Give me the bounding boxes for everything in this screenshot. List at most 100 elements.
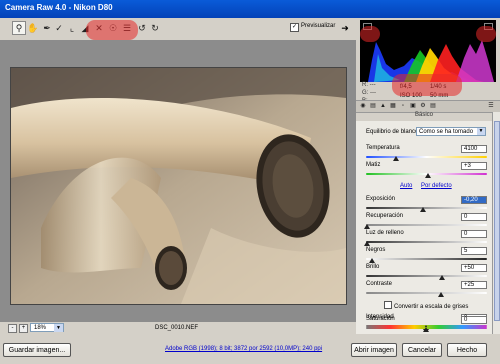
right-panel: R: --- G: --- B: --- f/4,5 1/40 s ISO 10… — [356, 18, 500, 334]
chevron-down-icon: ▼ — [477, 128, 485, 135]
luz-relleno-slider[interactable] — [366, 241, 487, 243]
brillo-field[interactable]: +50 — [461, 264, 487, 272]
matiz-field[interactable]: +3 — [461, 162, 487, 170]
recuperacion-slider-thumb[interactable] — [364, 224, 370, 229]
cancel-button[interactable]: Cancelar — [402, 343, 442, 357]
temperatura-slider[interactable] — [366, 156, 487, 158]
tab-detail-icon[interactable]: ▲ — [379, 102, 387, 110]
grayscale-checkbox[interactable]: Convertir a escala de grises — [384, 301, 468, 310]
tab-split-toning-icon[interactable]: ▫ — [399, 102, 407, 110]
histogram-graph — [368, 40, 494, 82]
white-balance-value: Como se ha tomado — [419, 129, 474, 135]
contraste-label: Contraste — [366, 281, 393, 287]
eyedropper-icon[interactable]: ✒ — [41, 22, 53, 34]
luz-relleno-slider-thumb[interactable] — [364, 241, 370, 246]
focal-length-value: 50 mm — [430, 93, 449, 99]
brillo-label: Brillo — [366, 264, 380, 270]
aperture-value: f/4,5 — [400, 84, 412, 90]
preferences-icon[interactable]: ☰ — [121, 22, 133, 34]
done-button[interactable]: Hecho — [447, 343, 487, 357]
checkbox-box — [384, 301, 392, 309]
zoom-icon[interactable]: ⚲ — [12, 21, 26, 35]
scrollbar-thumb[interactable] — [494, 121, 500, 321]
temperatura-field[interactable]: 4100 — [461, 145, 487, 153]
negros-field[interactable]: 5 — [461, 247, 487, 255]
tab-curve-icon[interactable]: ▤ — [369, 102, 377, 110]
contraste-slider-thumb[interactable] — [438, 292, 444, 297]
red-eye-icon[interactable]: ☉ — [107, 22, 119, 34]
recuperacion-label: Recuperación — [366, 213, 404, 219]
readout-area: R: --- G: --- B: --- f/4,5 1/40 s ISO 10… — [356, 82, 500, 104]
photo-image — [11, 68, 346, 304]
grayscale-label: Convertir a escala de grises — [394, 304, 469, 310]
g-readout: G: --- — [362, 90, 377, 96]
luz-relleno-field[interactable]: 0 — [461, 230, 487, 238]
intensidad-field[interactable]: 0 — [461, 314, 487, 322]
negros-slider-thumb[interactable] — [369, 258, 375, 263]
white-balance-label: Equilibrio de blancos: — [366, 129, 424, 135]
temperatura-slider-thumb[interactable] — [393, 156, 399, 161]
recuperacion-field[interactable]: 0 — [461, 213, 487, 221]
title-bar: Camera Raw 4.0 - Nikon D80 — [0, 0, 500, 18]
auto-link[interactable]: Auto — [400, 183, 412, 189]
preview-check-icon: ✓ — [290, 23, 299, 32]
exposicion-slider-thumb[interactable] — [420, 207, 426, 212]
straighten-icon[interactable]: ◢ — [79, 22, 91, 34]
panel-menu-icon[interactable]: ☰ — [487, 102, 495, 110]
highlight-clip-icon[interactable] — [484, 23, 493, 30]
image-viewer — [0, 40, 356, 322]
zoom-value: 18% — [34, 325, 47, 331]
r-readout: R: --- — [362, 82, 376, 88]
contraste-field[interactable]: +25 — [461, 281, 487, 289]
iso-value: ISO 100 — [400, 93, 423, 99]
photo-preview — [10, 67, 347, 305]
save-image-button[interactable]: Guardar imagen... — [3, 343, 71, 357]
exposicion-slider[interactable] — [366, 207, 487, 209]
intensidad-label: Intensidad — [366, 314, 394, 320]
histogram — [360, 20, 496, 82]
fullscreen-icon[interactable]: ➜ — [339, 22, 351, 34]
matiz-slider-thumb[interactable] — [425, 173, 431, 178]
toolbar: ⚲ ✋ ✒ ✓ ⌞ ◢ ✕ ☉ ☰ ↺ ↻ ✓ Previsualizar ➜ — [0, 18, 356, 41]
zoom-select[interactable]: 18% ▼ — [30, 323, 64, 332]
tab-lens-icon[interactable]: ▣ — [409, 102, 417, 110]
tab-basic-icon[interactable]: ◉ — [359, 102, 367, 110]
exposicion-field[interactable]: -0,20 — [461, 196, 487, 204]
temperatura-label: Temperatura — [366, 145, 400, 151]
panel-scrollbar[interactable] — [492, 112, 500, 334]
zoom-status-row: - + 18% ▼ DSC_0010.NEF — [0, 322, 356, 334]
tab-camera-calibration-icon[interactable]: ⚙ — [419, 102, 427, 110]
luz-relleno-label: Luz de relleno — [366, 230, 404, 236]
exposicion-label: Exposición — [366, 196, 396, 202]
open-image-button[interactable]: Abrir imagen — [351, 343, 397, 357]
retouch-icon[interactable]: ✕ — [93, 22, 105, 34]
contraste-slider[interactable] — [366, 292, 487, 294]
intensidad-slider-thumb[interactable] — [423, 325, 429, 330]
white-balance-select[interactable]: Como se ha tomado ▼ — [416, 127, 486, 136]
negros-slider[interactable] — [366, 258, 487, 260]
brillo-slider[interactable] — [366, 275, 487, 277]
chevron-down-icon: ▼ — [54, 324, 63, 332]
negros-label: Negros — [366, 247, 386, 253]
color-sampler-icon[interactable]: ✓ — [53, 22, 65, 34]
preview-label: Previsualizar — [301, 23, 336, 29]
hand-icon[interactable]: ✋ — [27, 22, 39, 34]
filename-label: DSC_0010.NEF — [155, 325, 199, 331]
defaults-link[interactable]: Por defecto — [421, 183, 452, 189]
bottom-bar: Guardar imagen... Adobe RGB (1998); 8 bi… — [0, 334, 500, 364]
zoom-out-button[interactable]: - — [8, 324, 17, 333]
workflow-options-link[interactable]: Adobe RGB (1998); 8 bit; 3872 por 2592 (… — [165, 346, 322, 352]
tab-hsl-icon[interactable]: ▦ — [389, 102, 397, 110]
rotate-right-icon[interactable]: ↻ — [149, 22, 161, 34]
shutter-value: 1/40 s — [430, 84, 447, 90]
rotate-left-icon[interactable]: ↺ — [136, 22, 148, 34]
brillo-slider-thumb[interactable] — [439, 275, 445, 280]
tab-presets-icon[interactable]: ▤ — [429, 102, 437, 110]
recuperacion-slider[interactable] — [366, 224, 487, 226]
crop-icon[interactable]: ⌞ — [66, 22, 78, 34]
window-title: Camera Raw 4.0 - Nikon D80 — [5, 3, 113, 12]
preview-checkbox[interactable]: ✓ Previsualizar — [290, 23, 335, 32]
zoom-in-button[interactable]: + — [19, 324, 28, 333]
shadow-clip-icon[interactable] — [363, 23, 372, 30]
matiz-label: Matiz — [366, 162, 381, 168]
